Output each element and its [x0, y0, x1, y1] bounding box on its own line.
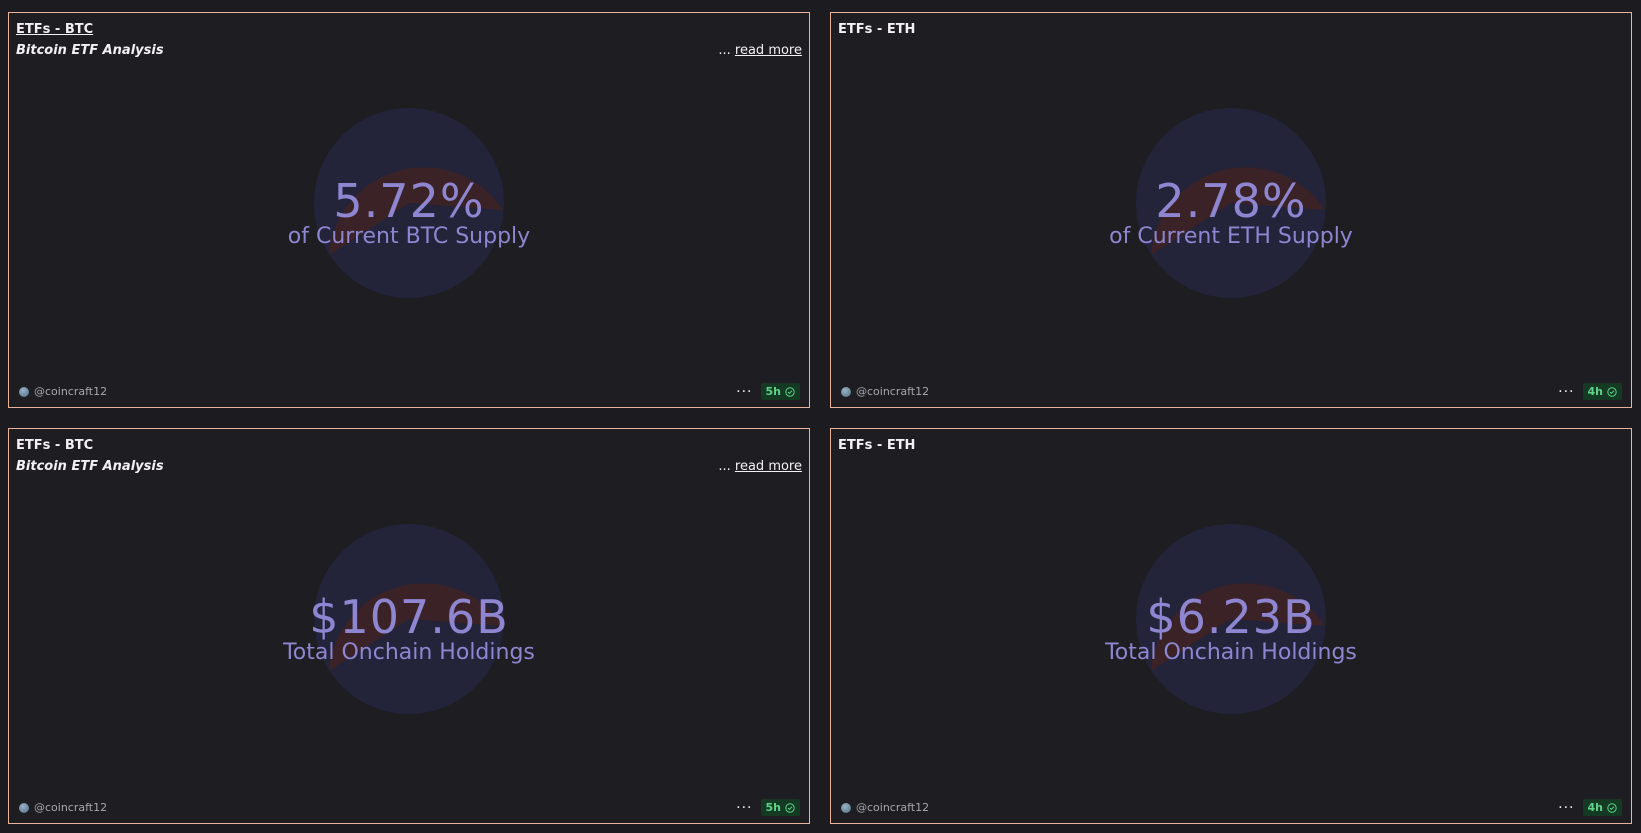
metric-value: $6.23B: [1146, 590, 1316, 644]
metric-value: $107.6B: [309, 590, 509, 644]
refresh-age: 4h: [1587, 385, 1604, 398]
dashboard-grid: ETFs - BTC Bitcoin ETF Analysis ... read…: [0, 0, 1641, 833]
metric-label: Total Onchain Holdings: [1105, 640, 1357, 665]
author[interactable]: @coincraft12: [19, 801, 107, 814]
widget-footer-actions: ··· 5h: [736, 383, 800, 400]
author-handle: @coincraft12: [34, 385, 108, 398]
author[interactable]: @coincraft12: [19, 385, 107, 398]
read-more-ellipsis: ...: [718, 43, 731, 58]
counter-visualization: $6.23B Total Onchain Holdings: [831, 489, 1631, 789]
metric-label: of Current ETH Supply: [1109, 224, 1353, 249]
check-circle-icon: [785, 802, 795, 813]
check-circle-icon: [785, 386, 795, 397]
widget-footer-actions: ··· 5h: [736, 799, 800, 816]
metric-label: Total Onchain Holdings: [283, 640, 535, 665]
widget-card-eth-holdings: ETFs - ETH $6.23B Total Onchain Holdings…: [830, 428, 1632, 824]
metric-value: 2.78%: [1155, 174, 1307, 228]
refresh-status-badge[interactable]: 5h: [760, 383, 800, 400]
refresh-age: 5h: [765, 385, 782, 398]
author-handle: @coincraft12: [34, 801, 108, 814]
more-menu-icon[interactable]: ···: [736, 801, 752, 815]
widget-card-eth-supply: ETFs - ETH 2.78% of Current ETH Supply @…: [830, 12, 1632, 408]
counter-visualization: 2.78% of Current ETH Supply: [831, 73, 1631, 373]
widget-subtitle: Bitcoin ETF Analysis: [16, 459, 164, 474]
check-circle-icon: [1607, 386, 1617, 397]
more-menu-icon[interactable]: ···: [1558, 385, 1574, 399]
refresh-status-badge[interactable]: 4h: [1582, 799, 1622, 816]
author[interactable]: @coincraft12: [841, 385, 929, 398]
widget-title[interactable]: ETFs - ETH: [838, 438, 915, 453]
read-more-link[interactable]: read more: [735, 459, 802, 474]
refresh-age: 5h: [765, 801, 782, 814]
counter-visualization: $107.6B Total Onchain Holdings: [9, 489, 809, 789]
widget-footer-actions: ··· 4h: [1558, 799, 1622, 816]
refresh-status-badge[interactable]: 4h: [1582, 383, 1622, 400]
read-more: ... read more: [718, 43, 802, 58]
author-handle: @coincraft12: [856, 801, 930, 814]
avatar: [841, 802, 851, 813]
widget-card-btc-supply: ETFs - BTC Bitcoin ETF Analysis ... read…: [8, 12, 810, 408]
widget-subtitle: Bitcoin ETF Analysis: [16, 43, 164, 58]
avatar: [19, 802, 29, 813]
widget-title[interactable]: ETFs - BTC: [16, 438, 93, 453]
widget-card-btc-holdings: ETFs - BTC Bitcoin ETF Analysis ... read…: [8, 428, 810, 824]
widget-footer-actions: ··· 4h: [1558, 383, 1622, 400]
avatar: [841, 386, 851, 397]
check-circle-icon: [1607, 802, 1617, 813]
metric-label: of Current BTC Supply: [287, 224, 531, 249]
refresh-status-badge[interactable]: 5h: [760, 799, 800, 816]
read-more-link[interactable]: read more: [735, 43, 802, 58]
author-handle: @coincraft12: [856, 385, 930, 398]
widget-title[interactable]: ETFs - ETH: [838, 22, 915, 37]
counter-visualization: 5.72% of Current BTC Supply: [9, 73, 809, 373]
more-menu-icon[interactable]: ···: [736, 385, 752, 399]
metric-value: 5.72%: [333, 174, 485, 228]
more-menu-icon[interactable]: ···: [1558, 801, 1574, 815]
widget-title[interactable]: ETFs - BTC: [16, 22, 93, 37]
read-more: ... read more: [718, 459, 802, 474]
avatar: [19, 386, 29, 397]
refresh-age: 4h: [1587, 801, 1604, 814]
author[interactable]: @coincraft12: [841, 801, 929, 814]
read-more-ellipsis: ...: [718, 459, 731, 474]
